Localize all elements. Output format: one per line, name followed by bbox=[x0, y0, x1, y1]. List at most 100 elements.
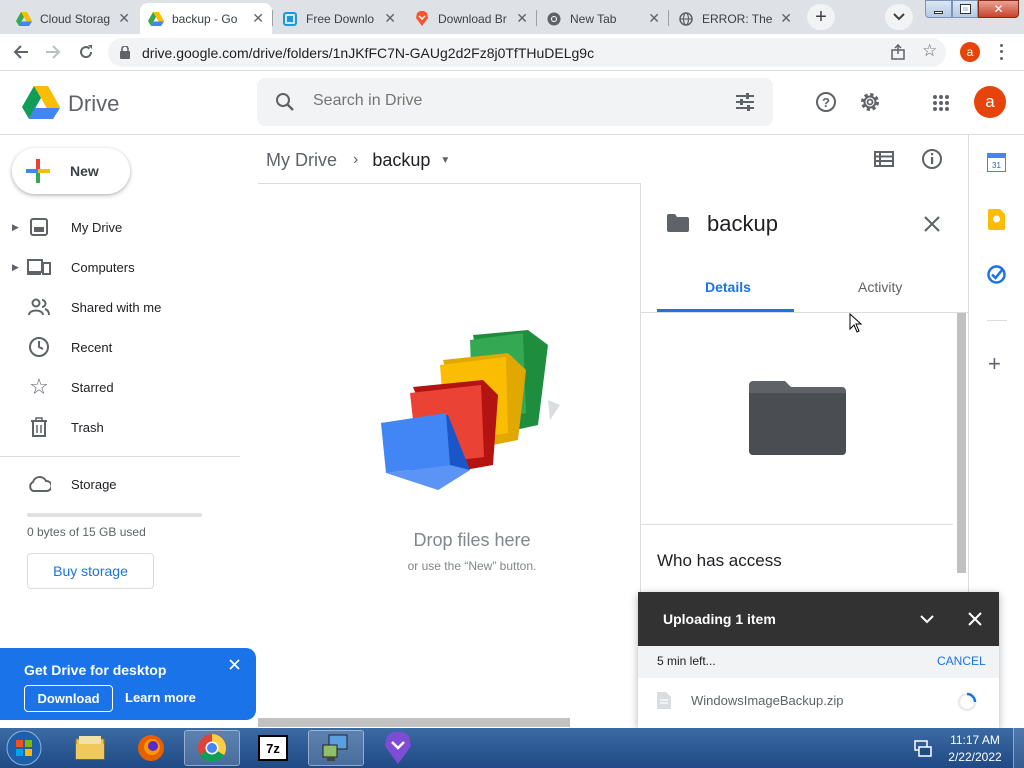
search-box[interactable] bbox=[257, 78, 773, 126]
taskbar-firefox[interactable] bbox=[123, 730, 179, 766]
collapse-chevron-icon[interactable] bbox=[920, 615, 934, 624]
tab-title: ERROR: The bbox=[702, 11, 773, 26]
close-promo-icon[interactable] bbox=[229, 659, 240, 670]
drive-logo-icon[interactable] bbox=[22, 86, 60, 119]
address-bar[interactable]: drive.google.com/drive/folders/1nJKfFC7N… bbox=[108, 38, 946, 67]
brave-icon bbox=[385, 732, 411, 764]
maximize-button[interactable] bbox=[952, 0, 978, 18]
search-options-icon[interactable] bbox=[735, 92, 755, 112]
download-button[interactable]: Download bbox=[24, 685, 113, 712]
profile-avatar[interactable]: a bbox=[960, 42, 980, 62]
learn-more-link[interactable]: Learn more bbox=[125, 690, 196, 705]
arrow-right-icon bbox=[46, 45, 61, 59]
close-tab-icon[interactable]: ✕ bbox=[516, 10, 528, 27]
back-button[interactable] bbox=[9, 40, 33, 64]
show-desktop-button[interactable] bbox=[1013, 728, 1024, 768]
sidebar-item-label: Computers bbox=[71, 259, 135, 275]
empty-state-subtitle: or use the “New” button. bbox=[407, 559, 537, 573]
sidebar-item-shared-with-me[interactable]: Shared with me bbox=[0, 289, 240, 325]
list-view-icon[interactable] bbox=[874, 151, 894, 167]
tab-error[interactable]: ERROR: The ✕ bbox=[670, 3, 800, 34]
details-scrollbar[interactable] bbox=[957, 313, 966, 573]
start-button[interactable] bbox=[3, 729, 45, 767]
tab-cloud-storage[interactable]: Cloud Storag ✕ bbox=[8, 3, 138, 34]
sidebar-item-recent[interactable]: Recent bbox=[0, 329, 240, 365]
sidebar-item-computers[interactable]: ▶ Computers bbox=[0, 249, 240, 285]
url-text: drive.google.com/drive/folders/1nJKfFC7N… bbox=[142, 45, 595, 61]
clock-icon bbox=[27, 335, 51, 359]
taskbar-chrome[interactable] bbox=[184, 730, 240, 766]
tab-details[interactable]: Details bbox=[705, 279, 751, 295]
breadcrumb-root[interactable]: My Drive bbox=[266, 150, 337, 171]
cancel-upload-button[interactable]: CANCEL bbox=[937, 654, 986, 668]
share-icon[interactable] bbox=[890, 44, 906, 60]
sidebar-item-my-drive[interactable]: ▶ My Drive bbox=[0, 209, 240, 245]
new-button[interactable]: New bbox=[12, 148, 130, 194]
clock-date[interactable]: 2/22/2022 bbox=[942, 750, 1008, 764]
close-window-button[interactable]: ✕ bbox=[978, 0, 1019, 18]
network-tray-icon[interactable] bbox=[914, 739, 932, 757]
close-tab-icon[interactable]: ✕ bbox=[648, 10, 660, 27]
tab-search-button[interactable] bbox=[885, 4, 913, 30]
sidebar-item-starred[interactable]: ☆ Starred bbox=[0, 369, 240, 405]
apps-grid-icon[interactable] bbox=[932, 94, 950, 112]
restore-icon bbox=[959, 4, 971, 14]
help-icon[interactable]: ? bbox=[815, 91, 837, 113]
new-tab-button[interactable]: + bbox=[807, 4, 835, 30]
close-tab-icon[interactable]: ✕ bbox=[118, 10, 130, 27]
tab-download-brave[interactable]: Download Br ✕ bbox=[406, 3, 536, 34]
upload-file-name: WindowsImageBackup.zip bbox=[691, 693, 844, 708]
upload-status-bar: 5 min left... CANCEL bbox=[638, 646, 999, 678]
tab-new-tab[interactable]: New Tab ✕ bbox=[538, 3, 668, 34]
taskbar-backup-tool[interactable] bbox=[308, 730, 364, 766]
dropdown-arrow-icon[interactable]: ▼ bbox=[440, 155, 450, 166]
expand-arrow-icon[interactable]: ▶ bbox=[12, 262, 19, 273]
horizontal-scrollbar[interactable] bbox=[258, 718, 570, 727]
preview-divider bbox=[641, 524, 953, 525]
minimize-button[interactable] bbox=[925, 0, 952, 18]
tab-free-download[interactable]: Free Downlo ✕ bbox=[274, 3, 404, 34]
tab-divider bbox=[272, 10, 273, 26]
close-upload-icon[interactable] bbox=[968, 612, 982, 626]
clock-time[interactable]: 11:17 AM bbox=[948, 733, 1002, 747]
star-icon: ☆ bbox=[29, 374, 49, 399]
settings-gear-icon[interactable] bbox=[859, 91, 881, 113]
close-tab-icon[interactable]: ✕ bbox=[780, 10, 792, 27]
browser-tab-bar: Cloud Storag ✕ backup - Go ✕ Free Downlo… bbox=[0, 0, 1024, 34]
info-icon[interactable] bbox=[921, 148, 943, 170]
keep-icon[interactable] bbox=[988, 209, 1005, 230]
calendar-icon[interactable]: 31 bbox=[987, 153, 1006, 172]
browser-menu-button[interactable] bbox=[996, 42, 1006, 62]
close-tab-icon[interactable]: ✕ bbox=[384, 10, 396, 27]
taskbar-explorer[interactable] bbox=[62, 730, 118, 766]
reload-button[interactable] bbox=[74, 40, 98, 64]
sidebar-item-label: My Drive bbox=[71, 219, 123, 235]
taskbar-brave[interactable] bbox=[370, 730, 426, 766]
sidebar-item-trash[interactable]: Trash bbox=[0, 409, 240, 445]
close-tab-icon[interactable]: ✕ bbox=[252, 10, 264, 27]
tabs-divider bbox=[641, 312, 968, 313]
svg-text:31: 31 bbox=[992, 161, 1001, 170]
sidebar-item-storage[interactable]: Storage bbox=[0, 466, 240, 502]
globe-icon bbox=[678, 11, 694, 27]
tasks-icon[interactable] bbox=[987, 265, 1006, 284]
app-title[interactable]: Drive bbox=[68, 91, 119, 117]
expand-arrow-icon[interactable]: ▶ bbox=[12, 222, 19, 233]
search-input[interactable] bbox=[313, 92, 693, 110]
search-icon[interactable] bbox=[275, 92, 295, 112]
add-addon-plus-icon[interactable]: + bbox=[988, 351, 1001, 377]
tab-backup[interactable]: backup - Go ✕ bbox=[140, 3, 272, 34]
account-avatar[interactable]: a bbox=[974, 86, 1006, 118]
taskbar-7zip[interactable]: 7z bbox=[245, 730, 301, 766]
close-details-icon[interactable] bbox=[924, 216, 940, 232]
tab-title: Cloud Storag bbox=[40, 11, 111, 26]
reload-icon bbox=[80, 45, 93, 59]
tab-activity[interactable]: Activity bbox=[858, 279, 902, 295]
drop-files-illustration bbox=[381, 330, 560, 490]
bookmark-star-icon[interactable]: ☆ bbox=[922, 41, 937, 61]
forward-button[interactable] bbox=[41, 40, 65, 64]
download-label: Download bbox=[37, 691, 100, 706]
buy-storage-button[interactable]: Buy storage bbox=[27, 553, 154, 589]
breadcrumb-current[interactable]: backup bbox=[372, 150, 430, 171]
drive-favicon-icon bbox=[148, 11, 164, 27]
